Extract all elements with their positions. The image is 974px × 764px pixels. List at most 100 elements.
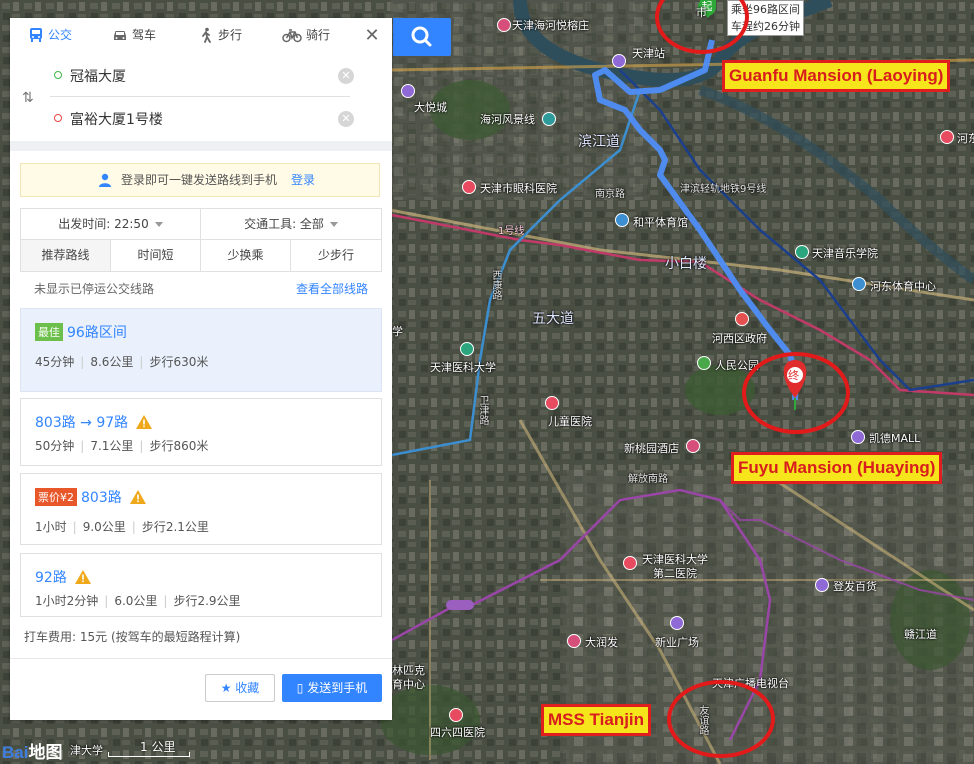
hospital-poi-icon[interactable] bbox=[462, 180, 476, 194]
tab-bike-label: 骑行 bbox=[306, 28, 331, 42]
poi-label-eye-hospital[interactable]: 天津市眼科医院 bbox=[480, 180, 557, 196]
vehicle-label: 交通工具: 全部 bbox=[244, 217, 324, 231]
route-title: 票价¥2 803路 bbox=[35, 487, 146, 507]
route-distance: 9.0公里 bbox=[82, 520, 126, 534]
route-summary: 50分钟 | 7.1公里 | 步行860米 bbox=[35, 439, 209, 453]
poi-label-hexi-gov[interactable]: 河西区政府 bbox=[712, 330, 767, 346]
login-link[interactable]: 登录 bbox=[291, 164, 315, 196]
poi-label-dengfa[interactable]: 登发百货 bbox=[833, 578, 877, 594]
end-input[interactable] bbox=[70, 107, 320, 131]
clear-start-icon[interactable]: ✕ bbox=[338, 68, 354, 84]
route-summary: 1小时2分钟 | 6.0公里 | 步行2.9公里 bbox=[35, 594, 241, 608]
tab-walk[interactable]: 步行 bbox=[198, 18, 270, 54]
hotel-poi-icon[interactable] bbox=[497, 18, 511, 32]
route-walk: 步行860米 bbox=[149, 439, 209, 453]
metro-label-line1: 1号线 bbox=[498, 226, 525, 237]
poi-label-464-hospital[interactable]: 四六四医院 bbox=[430, 724, 485, 740]
route-time: 45分钟 bbox=[35, 355, 75, 369]
mall-poi-icon[interactable] bbox=[851, 430, 865, 444]
stadium-poi-icon[interactable] bbox=[615, 213, 629, 227]
poi-label-haihe-scenic[interactable]: 海河风景线 bbox=[480, 111, 535, 127]
poi-label-hedong-sports[interactable]: 河东体育中心 bbox=[870, 278, 936, 294]
poi-label-heping-stadium[interactable]: 和平体育馆 bbox=[633, 214, 688, 230]
hotel-poi-icon[interactable] bbox=[686, 439, 700, 453]
area-label-xiaobailou: 小白楼 bbox=[665, 256, 707, 272]
star-icon: ★ bbox=[220, 681, 232, 695]
park-poi-icon[interactable] bbox=[697, 356, 711, 370]
poi-label-partial-school: 学 bbox=[392, 325, 403, 338]
sort-least-walking[interactable]: 少步行 bbox=[291, 240, 381, 271]
poi-label-xintaoyuan-hotel[interactable]: 新桃园酒店 bbox=[624, 440, 679, 456]
route-summary: 1小时 | 9.0公里 | 步行2.1公里 bbox=[35, 520, 209, 534]
poi-label-medical-univ[interactable]: 天津医科大学 bbox=[430, 359, 496, 375]
close-icon[interactable]: ✕ bbox=[362, 26, 382, 46]
poi-label-haihe-hotel[interactable]: 天津海河悦榕庄 bbox=[512, 17, 589, 33]
university-poi-icon[interactable] bbox=[460, 342, 474, 356]
send-to-phone-button[interactable]: ▯ 发送到手机 bbox=[282, 674, 382, 702]
road-label-nanjing: 南京路 bbox=[595, 189, 625, 200]
store-poi-icon[interactable] bbox=[815, 578, 829, 592]
phone-icon: ▯ bbox=[296, 681, 304, 695]
end-dot-icon bbox=[54, 114, 62, 122]
chevron-down-icon bbox=[329, 222, 338, 227]
tab-car-label: 驾车 bbox=[132, 28, 157, 42]
poi-label-kaide-mall[interactable]: 凯德MALL bbox=[869, 430, 920, 446]
tab-car[interactable]: 驾车 bbox=[112, 18, 184, 54]
gov-poi-icon[interactable] bbox=[735, 312, 749, 326]
supermarket-poi-icon[interactable] bbox=[567, 634, 581, 648]
depart-time-select[interactable]: 出发时间: 22:50 bbox=[21, 209, 201, 240]
poi-label-darunfa[interactable]: 大润发 bbox=[585, 634, 618, 650]
route-walk: 步行2.1公里 bbox=[141, 520, 209, 534]
route-title: 803路 → 97路 bbox=[35, 412, 153, 432]
route-option-3[interactable]: 票价¥2 803路 1小时 | 9.0公里 | 步行2.1公里 bbox=[20, 473, 382, 545]
scenic-poi-icon[interactable] bbox=[542, 112, 556, 126]
car-icon bbox=[114, 31, 126, 40]
poi-label-childrens-hospital[interactable]: 儿童医院 bbox=[548, 413, 592, 429]
poi-label-music-college[interactable]: 天津音乐学院 bbox=[812, 245, 878, 261]
favorite-button[interactable]: ★ 收藏 bbox=[205, 674, 275, 702]
chevron-down-icon bbox=[154, 222, 163, 227]
road-label-xikang: 西康路 bbox=[490, 270, 501, 300]
mall-poi-icon[interactable] bbox=[401, 84, 415, 98]
poi-label-tmu-second-hospital[interactable]: 天津医科大学第二医院 bbox=[640, 553, 710, 581]
hospital-poi-icon[interactable] bbox=[449, 708, 463, 722]
childrens-hospital-icon[interactable] bbox=[545, 396, 559, 410]
clear-end-icon[interactable]: ✕ bbox=[338, 111, 354, 127]
tab-bus[interactable]: 公交 bbox=[28, 18, 96, 56]
sort-recommended[interactable]: 推荐路线 bbox=[21, 240, 111, 271]
poi-label-dayuecheng[interactable]: 大悦城 bbox=[414, 99, 447, 115]
station-poi-icon[interactable] bbox=[612, 54, 626, 68]
route-distance: 7.1公里 bbox=[90, 439, 134, 453]
school-poi-icon[interactable] bbox=[795, 245, 809, 259]
tab-bike[interactable]: 骑行 bbox=[282, 18, 362, 54]
route-option-2[interactable]: 803路 → 97路 50分钟 | 7.1公里 | 步行860米 bbox=[20, 398, 382, 466]
route-time: 1小时 bbox=[35, 520, 67, 534]
hospital-poi-icon[interactable] bbox=[940, 130, 954, 144]
view-all-lines-link[interactable]: 查看全部线路 bbox=[296, 280, 368, 297]
sort-fewest-transfers[interactable]: 少换乘 bbox=[201, 240, 291, 271]
plaza-poi-icon[interactable] bbox=[670, 616, 684, 630]
poi-label-partial-sports: 育中心 bbox=[392, 678, 425, 691]
hospital-poi-icon[interactable] bbox=[623, 556, 637, 570]
poi-label-station[interactable]: 天津站 bbox=[632, 45, 665, 61]
login-banner: 登录即可一键发送路线到手机 登录 bbox=[20, 163, 380, 197]
poi-label-partial-olympic: 林匹克 bbox=[392, 664, 425, 677]
start-input[interactable] bbox=[70, 64, 320, 88]
poi-label-partial-hedong: 河东 bbox=[957, 132, 974, 145]
warning-icon bbox=[74, 570, 91, 584]
fare-badge: 票价¥2 bbox=[35, 488, 77, 506]
vehicle-select[interactable]: 交通工具: 全部 bbox=[201, 209, 381, 240]
route-option-4[interactable]: 92路 1小时2分钟 | 6.0公里 | 步行2.9公里 bbox=[20, 553, 382, 617]
scale-bar bbox=[108, 752, 190, 757]
road-label-weijin: 卫津路 bbox=[477, 395, 488, 425]
poi-label-xinye[interactable]: 新业广场 bbox=[655, 634, 699, 650]
route-option-1[interactable]: 最佳 96路区间 45分钟 | 8.6公里 | 步行630米 bbox=[20, 308, 382, 392]
sort-shortest-time[interactable]: 时间短 bbox=[111, 240, 201, 271]
panel-bottom-divider bbox=[10, 658, 392, 659]
panel-separator bbox=[10, 141, 392, 151]
annotation-mss: MSS Tianjin bbox=[541, 704, 652, 736]
start-dot-icon bbox=[54, 71, 62, 79]
search-button[interactable] bbox=[393, 18, 451, 56]
swap-icon[interactable]: ⇅ bbox=[22, 90, 38, 106]
sports-center-poi-icon[interactable] bbox=[852, 277, 866, 291]
